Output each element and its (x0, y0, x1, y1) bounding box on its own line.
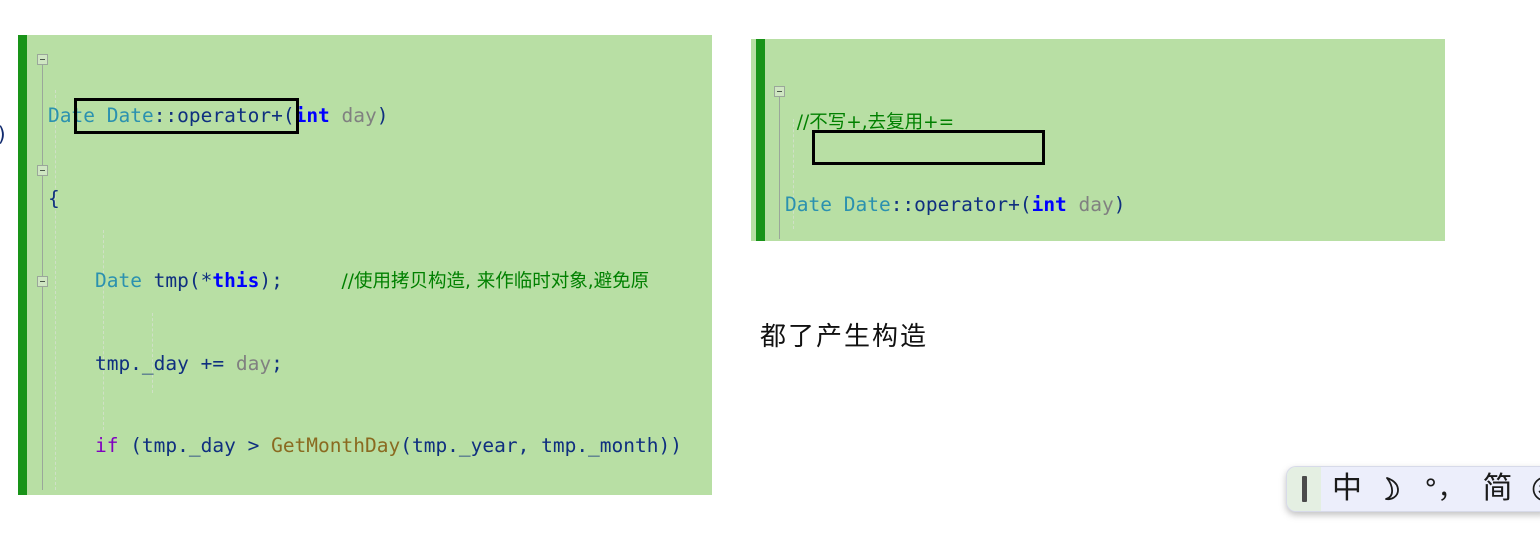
ime-drag-handle[interactable] (1287, 467, 1321, 511)
collapse-marker-if-inner[interactable] (37, 276, 48, 287)
code-line: tmp._day += day; (48, 351, 283, 375)
right-change-bar (756, 39, 765, 241)
code-line: Date Date::operator+(int day) (785, 192, 1126, 216)
code-line: if (tmp._day > GetMonthDay(tmp._year, tm… (94, 434, 682, 457)
ime-toolbar[interactable]: 中 °， 简 (1286, 466, 1540, 512)
annotation-text: 都了产生构造 (760, 322, 929, 352)
code-line: Date tmp(*this); //使用拷贝构造, 来作临时对象,避免原 (94, 269, 650, 292)
left-change-bar (18, 35, 27, 495)
left-inline-comment-1: //使用拷贝构造, 来作临时对象,避免原 (341, 271, 650, 292)
right-comment-1: //不写+,去复用+= (796, 112, 955, 133)
ime-moon-icon[interactable] (1371, 467, 1415, 511)
indent-guide-level-0 (42, 60, 43, 490)
ime-items-container: 中 °， 简 (1321, 467, 1540, 511)
left-edge-clipped-glyph: ) (0, 122, 10, 150)
ime-language-mode[interactable]: 中 (1323, 467, 1371, 511)
collapse-marker-function[interactable] (37, 54, 48, 65)
left-code-block: Date Date::operator+(int day) { Date tmp… (18, 35, 712, 495)
ime-punctuation-mode[interactable]: °， (1415, 467, 1474, 511)
ime-handle-grip-icon (1301, 476, 1307, 502)
right-collapse-marker-function[interactable] (774, 86, 785, 97)
code-line: { (48, 186, 60, 210)
right-code-text: //不写+,去复用+= Date Date::operator+(int day… (785, 53, 1126, 241)
ime-emoji-icon[interactable] (1522, 467, 1540, 511)
right-code-block: //不写+,去复用+= Date Date::operator+(int day… (751, 39, 1445, 241)
ime-simplified-mode[interactable]: 简 (1474, 467, 1522, 511)
right-indent-guide-level-0 (779, 91, 780, 239)
left-code-text: Date Date::operator+(int day) { Date tmp… (48, 47, 682, 495)
code-line: Date Date::operator+(int day) (48, 104, 389, 127)
code-line: //不写+,去复用+= (785, 108, 1126, 136)
collapse-marker-if-outer[interactable] (37, 165, 48, 176)
